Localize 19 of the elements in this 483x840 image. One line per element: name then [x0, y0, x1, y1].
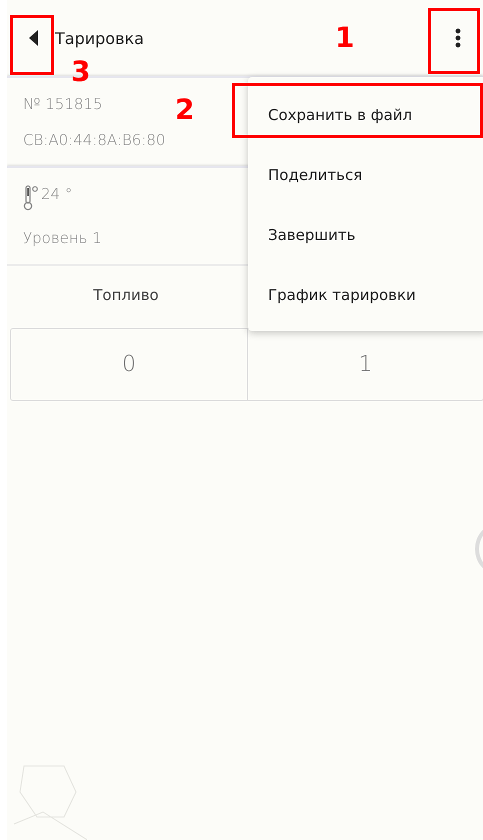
back-icon[interactable]: [29, 30, 39, 46]
column-header: Топливо: [92, 286, 160, 304]
level-label: Уровень 1: [23, 229, 102, 247]
highlight-frame: [428, 8, 480, 74]
menu-item[interactable]: Поделиться: [248, 145, 483, 205]
menu-item[interactable]: График тарировки: [248, 265, 483, 325]
device-number: № 151815: [23, 95, 102, 113]
temperature-value: 24 °: [41, 185, 72, 203]
table-cell-text: 0: [121, 351, 137, 379]
highlight-frame: [10, 15, 54, 75]
more-menu-icon[interactable]: [455, 28, 461, 48]
thermometer-icon: [23, 185, 39, 211]
step-number: 2: [175, 96, 194, 124]
step-number: 1: [335, 24, 354, 52]
menu-item[interactable]: Завершить: [248, 205, 483, 265]
menu-item[interactable]: Сохранить в файл: [248, 85, 483, 145]
device-mac: CB:A0:44:8A:B6:80: [23, 131, 166, 149]
page-title: Тарировка: [55, 28, 144, 48]
step-number: 3: [71, 58, 90, 86]
